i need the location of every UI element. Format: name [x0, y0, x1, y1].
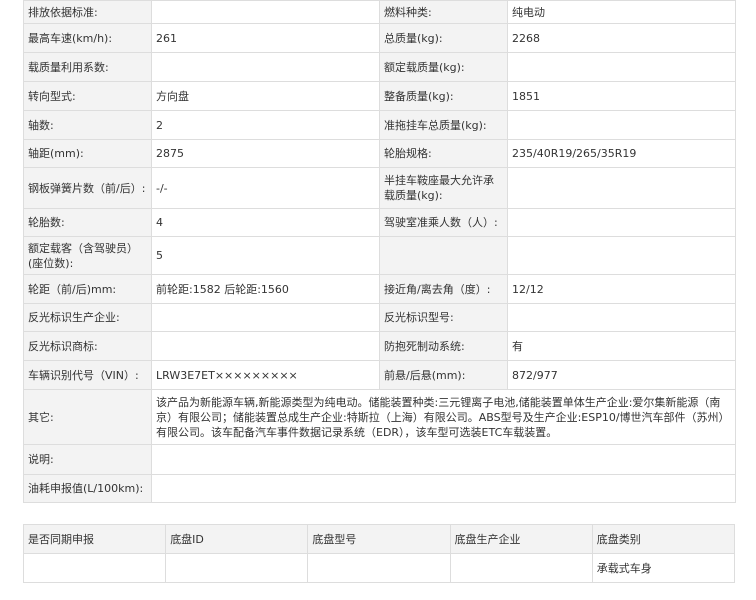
spec-value: 1851 — [507, 81, 736, 111]
chassis-cell — [165, 553, 309, 583]
vehicle-spec-table: 排放依据标准: 燃料种类: 纯电动 最高车速(km/h): 261 总质量(kg… — [23, 0, 736, 503]
spec-value — [507, 110, 736, 140]
spec-label: 载质量利用系数: — [23, 52, 152, 82]
spec-value: LRW3E7ET××××××××× — [151, 360, 380, 390]
chassis-cell — [307, 553, 451, 583]
spec-value: 2268 — [507, 23, 736, 53]
spec-value — [151, 0, 380, 24]
chassis-header-model: 底盘型号 — [307, 524, 451, 554]
spec-value: 前轮距:1582 后轮距:1560 — [151, 274, 380, 304]
spec-row: 最高车速(km/h): 261 总质量(kg): 2268 — [23, 23, 736, 53]
spec-label: 转向型式: — [23, 81, 152, 111]
spec-label: 钢板弹簧片数（前/后）: — [23, 167, 152, 209]
spec-row: 额定载客（含驾驶员）(座位数): 5 — [23, 236, 736, 275]
spec-label: 防抱死制动系统: — [379, 331, 508, 361]
spec-value: 12/12 — [507, 274, 736, 304]
chassis-cell — [449, 553, 593, 583]
spec-label — [379, 236, 508, 275]
other-label: 其它: — [23, 389, 152, 445]
spec-row: 转向型式: 方向盘 整备质量(kg): 1851 — [23, 81, 736, 111]
chassis-header-row: 是否同期申报 底盘ID 底盘型号 底盘生产企业 底盘类别 — [22, 524, 736, 554]
spec-value — [507, 167, 736, 209]
spec-label: 反光标识型号: — [379, 303, 508, 332]
spec-value: 5 — [151, 236, 380, 275]
fuel-value — [151, 474, 736, 503]
other-value: 该产品为新能源车辆,新能源类型为纯电动。储能装置种类:三元锂离子电池,储能装置单… — [151, 389, 736, 445]
spec-label: 最高车速(km/h): — [23, 23, 152, 53]
spec-label: 驾驶室准乘人数（人）: — [379, 208, 508, 237]
spec-row: 轴距(mm): 2875 轮胎规格: 235/40R19/265/35R19 — [23, 139, 736, 168]
spec-label: 轴数: — [23, 110, 152, 140]
spec-row-note: 说明: — [23, 444, 736, 475]
spec-row: 轮胎数: 4 驾驶室准乘人数（人）: — [23, 208, 736, 237]
spec-label: 准拖挂车总质量(kg): — [379, 110, 508, 140]
spec-value: 2 — [151, 110, 380, 140]
spec-label: 整备质量(kg): — [379, 81, 508, 111]
spec-value — [151, 303, 380, 332]
chassis-table: 是否同期申报 底盘ID 底盘型号 底盘生产企业 底盘类别 承载式车身 — [22, 524, 736, 583]
spec-row: 反光标识商标: 防抱死制动系统: 有 — [23, 331, 736, 361]
spec-label: 轮胎数: — [23, 208, 152, 237]
spec-row-other: 其它: 该产品为新能源车辆,新能源类型为纯电动。储能装置种类:三元锂离子电池,储… — [23, 389, 736, 445]
spec-value: 纯电动 — [507, 0, 736, 24]
spec-value: 2875 — [151, 139, 380, 168]
spec-value — [507, 236, 736, 275]
spec-row: 轴数: 2 准拖挂车总质量(kg): — [23, 110, 736, 140]
spec-row: 排放依据标准: 燃料种类: 纯电动 — [23, 0, 736, 24]
spec-label: 轮胎规格: — [379, 139, 508, 168]
spec-label: 轮距（前/后)mm: — [23, 274, 152, 304]
chassis-cell: 承载式车身 — [591, 553, 736, 583]
spec-value — [151, 52, 380, 82]
spec-label: 燃料种类: — [379, 0, 508, 24]
spec-value — [507, 303, 736, 332]
chassis-cell — [22, 553, 167, 583]
note-label: 说明: — [23, 444, 152, 475]
spec-row-fuel: 油耗申报值(L/100km): — [23, 474, 736, 503]
spec-row: 车辆识别代号（VIN）: LRW3E7ET××××××××× 前悬/后悬(mm)… — [23, 360, 736, 390]
spec-label: 车辆识别代号（VIN）: — [23, 360, 152, 390]
spec-value: 方向盘 — [151, 81, 380, 111]
spec-value — [507, 208, 736, 237]
spec-row: 载质量利用系数: 额定载质量(kg): — [23, 52, 736, 82]
spec-value: 4 — [151, 208, 380, 237]
spec-value: 872/977 — [507, 360, 736, 390]
spec-label: 接近角/离去角（度）: — [379, 274, 508, 304]
spec-label: 前悬/后悬(mm): — [379, 360, 508, 390]
spec-value — [507, 52, 736, 82]
chassis-header-concurrent: 是否同期申报 — [22, 524, 167, 554]
spec-label: 轴距(mm): — [23, 139, 152, 168]
note-value — [151, 444, 736, 475]
chassis-header-maker: 底盘生产企业 — [449, 524, 593, 554]
spec-value: 261 — [151, 23, 380, 53]
spec-row: 钢板弹簧片数（前/后）: -/- 半挂车鞍座最大允许承载质量(kg): — [23, 167, 736, 209]
spec-row: 轮距（前/后)mm: 前轮距:1582 后轮距:1560 接近角/离去角（度）:… — [23, 274, 736, 304]
table-row: 承载式车身 — [22, 553, 736, 583]
spec-value: 有 — [507, 331, 736, 361]
spec-label: 半挂车鞍座最大允许承载质量(kg): — [379, 167, 508, 209]
spec-label: 额定载质量(kg): — [379, 52, 508, 82]
fuel-label: 油耗申报值(L/100km): — [23, 474, 152, 503]
spec-label: 反光标识生产企业: — [23, 303, 152, 332]
spec-row: 反光标识生产企业: 反光标识型号: — [23, 303, 736, 332]
spec-value: 235/40R19/265/35R19 — [507, 139, 736, 168]
chassis-header-type: 底盘类别 — [591, 524, 736, 554]
spec-value: -/- — [151, 167, 380, 209]
spec-label: 排放依据标准: — [23, 0, 152, 24]
spec-label: 额定载客（含驾驶员）(座位数): — [23, 236, 152, 275]
spec-label: 总质量(kg): — [379, 23, 508, 53]
spec-label: 反光标识商标: — [23, 331, 152, 361]
chassis-header-id: 底盘ID — [165, 524, 309, 554]
spec-value — [151, 331, 380, 361]
